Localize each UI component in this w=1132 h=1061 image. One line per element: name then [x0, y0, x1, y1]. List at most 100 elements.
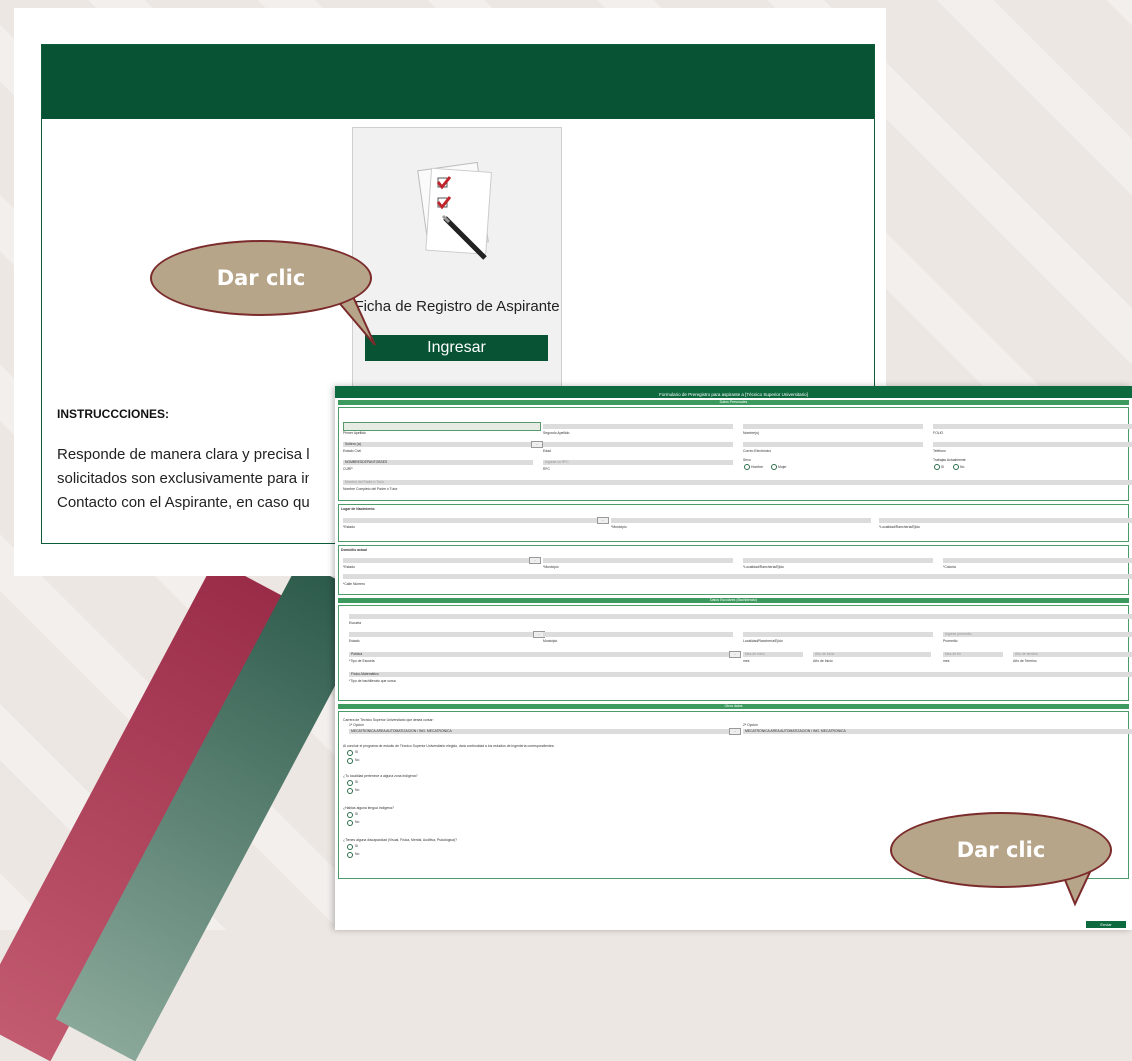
rfc-input[interactable]: Ingrese su RFC	[543, 460, 733, 465]
discapacidad-si-radio[interactable]	[347, 844, 353, 850]
continuidad-no-radio[interactable]	[347, 758, 353, 764]
indigena-si-radio[interactable]	[347, 780, 353, 786]
mes-fin-select[interactable]: Mes de fin	[943, 652, 1003, 657]
esc-estado-select[interactable]	[349, 632, 535, 637]
label: *Estado	[343, 525, 355, 529]
select-value: Físico-Matemático	[351, 672, 379, 676]
enviar-button[interactable]: Enviar	[1086, 921, 1126, 928]
label: Trabajas Actualmente	[933, 458, 966, 462]
dom-municipio-input[interactable]	[543, 558, 733, 563]
personal-box: Primer Apellido Segundo Apellido Nombre(…	[338, 407, 1132, 501]
question-lengua: ¿Hablas alguna lengua Indígena?	[343, 806, 394, 810]
form-checklist-icon	[417, 161, 492, 260]
tipo-escuela-select[interactable]: Pública	[349, 652, 733, 657]
dom-colonia-input[interactable]	[943, 558, 1132, 563]
nac-municipio-input[interactable]	[611, 518, 871, 523]
label: Correo Electrónico	[743, 449, 772, 453]
question-continuidad: Al concluir el programa de estudio de Té…	[343, 744, 555, 748]
select-value: MECATRONICA AREA AUTOMATIZACION / ING. M…	[351, 729, 452, 733]
opcion1-dropdown[interactable]: ...	[729, 728, 741, 735]
correo-input[interactable]	[743, 442, 923, 447]
lengua-no-radio[interactable]	[347, 820, 353, 826]
escuela-input[interactable]	[349, 614, 1132, 619]
nac-estado-dropdown[interactable]: ...	[597, 517, 609, 524]
dom-estado-dropdown[interactable]: ...	[529, 557, 541, 564]
callout-bubble: Dar clic	[150, 240, 372, 316]
segundo-apellido-input[interactable]	[543, 424, 733, 429]
form-title: Formulario de Preregistro para aspirante…	[659, 392, 808, 397]
label: Teléfono	[933, 449, 946, 453]
nac-estado-select[interactable]	[343, 518, 599, 523]
label: mes	[743, 659, 750, 663]
section-personal: Datos Personales	[338, 400, 1129, 405]
bachillerato-select[interactable]: Físico-Matemático	[349, 672, 1132, 677]
label: *Municipio	[611, 525, 627, 529]
esc-localidad-input[interactable]	[743, 632, 933, 637]
esc-municipio-input[interactable]	[543, 632, 733, 637]
instructions-line: Responde de manera clara y precisa l	[57, 446, 309, 463]
dom-estado-select[interactable]	[343, 558, 531, 563]
label: Si	[355, 780, 359, 784]
instructions-line: solicitados son exclusivamente para in	[57, 470, 309, 487]
carrera-opcion1-select[interactable]: MECATRONICA AREA AUTOMATIZACION / ING. M…	[349, 729, 733, 734]
input-placeholder: Ingrese promedio	[945, 632, 972, 636]
label: No	[960, 465, 965, 469]
label: Si	[941, 465, 945, 469]
curp-input[interactable]: NOMBRESDEPANTOBSES	[343, 460, 533, 465]
label: 1ª Opción	[349, 723, 364, 727]
promedio-input[interactable]: Ingrese promedio	[943, 632, 1132, 637]
label: Si	[355, 844, 359, 848]
mes-inicio-select[interactable]: Mes de inicio	[743, 652, 803, 657]
dom-localidad-input[interactable]	[743, 558, 933, 563]
instructions-heading: INSTRUCCCIONES:	[57, 407, 170, 421]
estado-civil-dropdown[interactable]: ...	[531, 441, 543, 448]
edad-input[interactable]	[543, 442, 733, 447]
continuidad-si-radio[interactable]	[347, 750, 353, 756]
label: Primer Apellido	[343, 431, 366, 435]
label: Año de Inicio	[813, 659, 833, 663]
input-placeholder: Ingrese su RFC	[545, 460, 569, 464]
folio-input[interactable]	[933, 424, 1132, 429]
nac-localidad-input[interactable]	[879, 518, 1132, 523]
form-header: Formulario de Preregistro para aspirante…	[335, 386, 1132, 398]
trabaja-si-radio[interactable]	[934, 464, 940, 470]
anio-termino-select[interactable]: Año de termino	[1013, 652, 1132, 657]
indigena-no-radio[interactable]	[347, 788, 353, 794]
trabaja-no-radio[interactable]	[953, 464, 959, 470]
select-value: Pública	[351, 652, 363, 656]
sexo-hombre-radio[interactable]	[744, 464, 750, 470]
card-title: Ficha de Registro de Aspirante	[354, 298, 560, 315]
dom-calle-input[interactable]	[343, 574, 1132, 579]
label: Carrera de Técnico Superior Universitari…	[343, 718, 434, 722]
telefono-input[interactable]	[933, 442, 1132, 447]
anio-inicio-select[interactable]: Año de inicio	[813, 652, 931, 657]
label: No	[355, 820, 360, 824]
studies-box: Escuela ... Estado Municipio Localidad/R…	[338, 605, 1132, 701]
instructions-line: Contacto con el Aspirante, en caso que s	[57, 494, 309, 511]
label: 2ª Opción	[743, 723, 758, 727]
discapacidad-no-radio[interactable]	[347, 852, 353, 858]
question-indigena: ¿Tu localidad pertenece a alguna zona In…	[343, 774, 418, 778]
question-discapacidad: ¿Tienes alguna discapacidad (Visual, Fís…	[343, 838, 458, 842]
carrera-opcion2-select[interactable]: MECATRONICA AREA AUTOMATIZACION / ING. M…	[743, 729, 1132, 734]
label: mes	[943, 659, 950, 663]
select-placeholder: Año de termino	[1015, 652, 1038, 656]
label: *Colonia	[943, 565, 956, 569]
label: No	[355, 852, 360, 856]
header-band	[42, 45, 874, 119]
nombre-input[interactable]	[743, 424, 923, 429]
label: Si	[355, 812, 359, 816]
tutor-input[interactable]: Nombre del Padre o Tutor	[343, 480, 1132, 485]
label: Mujer	[778, 465, 787, 469]
ingresar-button[interactable]: Ingresar	[365, 335, 548, 361]
sexo-mujer-radio[interactable]	[771, 464, 777, 470]
label: Edad	[543, 449, 551, 453]
registration-card[interactable]: Ficha de Registro de Aspirante Ingresar	[352, 127, 562, 389]
primer-apellido-input[interactable]	[343, 422, 541, 431]
label: Promedio	[943, 639, 958, 643]
lengua-si-radio[interactable]	[347, 812, 353, 818]
tipo-escuela-dropdown[interactable]: ...	[729, 651, 741, 658]
callout-bubble: Dar clic	[890, 812, 1112, 888]
estado-civil-select[interactable]: Soltero (a)	[343, 442, 533, 447]
select-placeholder: Mes de fin	[945, 652, 961, 656]
